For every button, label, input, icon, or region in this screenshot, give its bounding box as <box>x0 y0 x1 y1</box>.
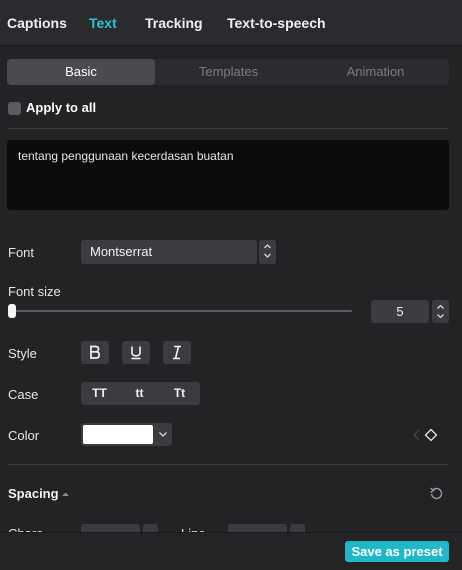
font-size-slider-thumb[interactable] <box>8 304 16 318</box>
bold-button[interactable] <box>81 341 109 364</box>
caption-text-area[interactable]: tentang penggunaan kecerdasan buatan <box>7 140 449 210</box>
italic-icon <box>173 345 181 360</box>
font-label: Font <box>8 245 35 260</box>
reset-icon[interactable] <box>429 486 444 501</box>
tab-captions[interactable]: Captions <box>7 15 67 31</box>
style-label: Style <box>8 346 37 361</box>
tab-text-to-speech[interactable]: Text-to-speech <box>227 15 326 31</box>
subtab-basic[interactable]: Basic <box>7 59 155 85</box>
save-as-preset-button[interactable]: Save as preset <box>345 541 449 562</box>
font-size-slider-track[interactable] <box>8 310 352 312</box>
divider <box>7 464 449 465</box>
apply-to-all-label: Apply to all <box>26 100 97 115</box>
font-dropdown-toggle[interactable] <box>259 240 276 264</box>
case-uppercase-button[interactable]: TT <box>81 382 118 405</box>
up-down-chevron-icon <box>437 304 444 319</box>
tab-text[interactable]: Text <box>89 15 117 31</box>
bold-icon <box>90 345 101 359</box>
keyframe-icon[interactable] <box>411 428 439 442</box>
subtab-templates[interactable]: Templates <box>155 59 302 85</box>
tab-tracking[interactable]: Tracking <box>145 15 203 31</box>
font-size-stepper[interactable] <box>432 300 449 323</box>
apply-to-all-checkbox[interactable] <box>8 102 21 115</box>
underline-icon <box>131 346 141 360</box>
case-options: TT tt Tt <box>81 382 200 405</box>
spacing-section-title[interactable]: Spacing <box>8 486 59 501</box>
top-tab-bar: Captions Text Tracking Text-to-speech <box>0 0 462 46</box>
underline-button[interactable] <box>122 341 150 364</box>
italic-button[interactable] <box>163 341 191 364</box>
color-picker[interactable] <box>81 423 172 446</box>
font-size-input[interactable]: 5 <box>371 300 429 323</box>
case-label: Case <box>8 387 39 402</box>
up-down-chevron-icon <box>264 244 271 258</box>
chevron-down-icon <box>159 432 167 437</box>
font-select[interactable]: Montserrat <box>81 240 257 264</box>
font-size-label: Font size <box>8 284 61 299</box>
color-swatch <box>83 425 153 444</box>
case-lowercase-button[interactable]: tt <box>121 382 158 405</box>
subtab-animation[interactable]: Animation <box>302 59 449 85</box>
case-titlecase-button[interactable]: Tt <box>161 382 198 405</box>
sub-tab-bar: Basic Templates Animation <box>7 59 449 85</box>
divider <box>7 128 449 129</box>
chevron-up-icon[interactable] <box>61 491 70 497</box>
color-label: Color <box>8 428 40 443</box>
